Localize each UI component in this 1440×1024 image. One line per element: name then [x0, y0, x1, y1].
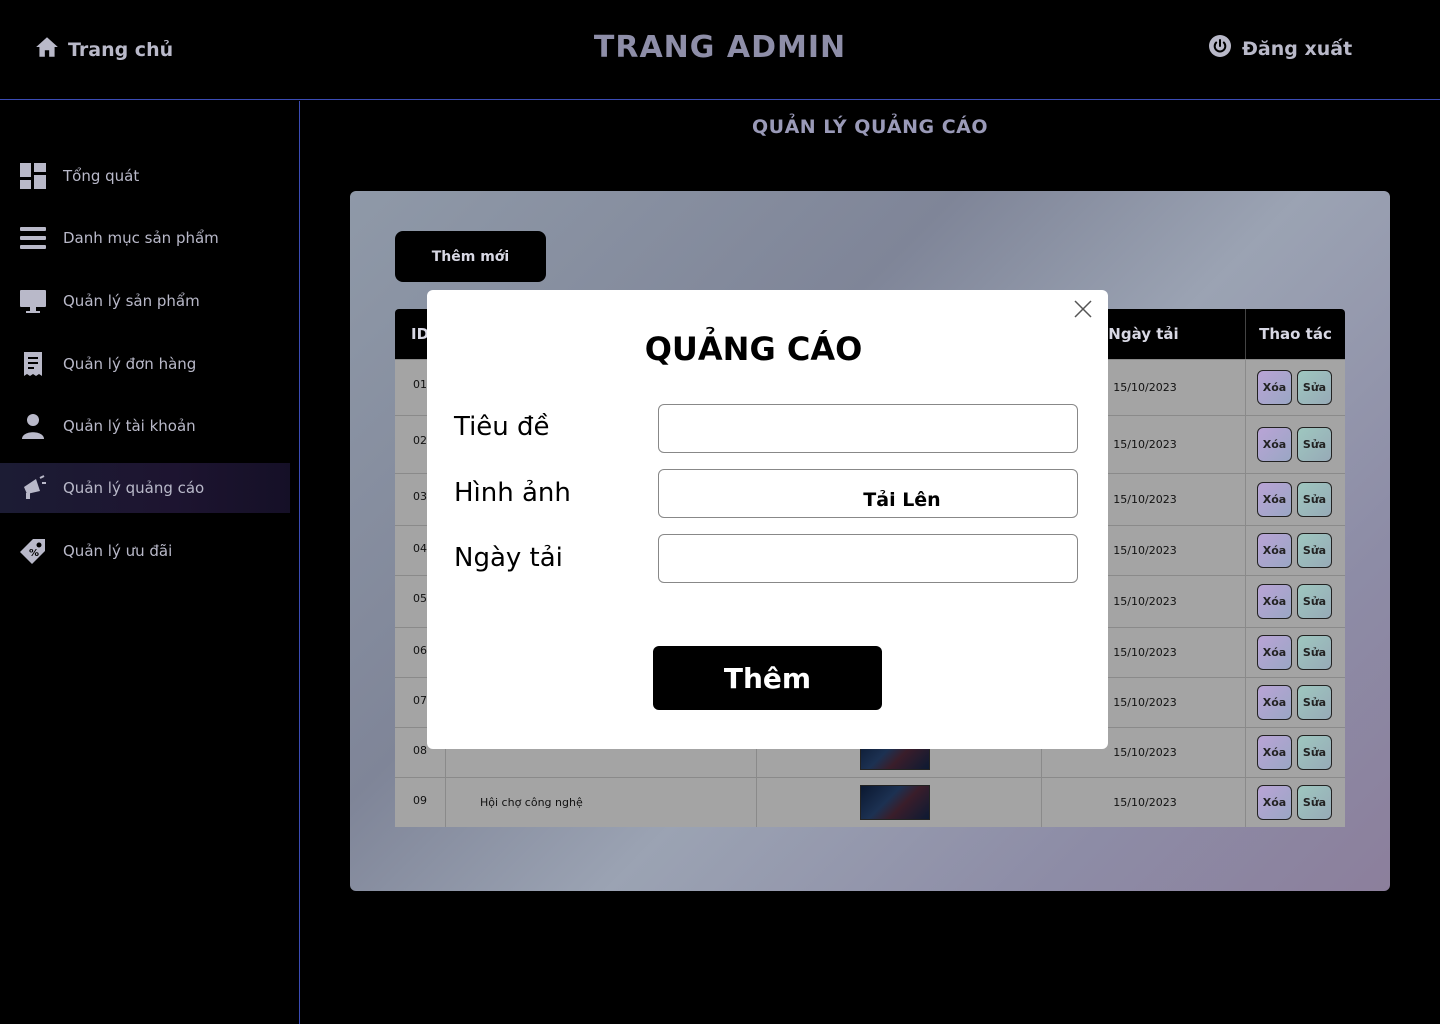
- delete-button[interactable]: Xóa: [1257, 685, 1292, 720]
- delete-button[interactable]: Xóa: [1257, 635, 1292, 670]
- delete-button[interactable]: Xóa: [1257, 735, 1292, 770]
- modal-title: QUẢNG CÁO: [644, 330, 863, 368]
- row-date: 15/10/2023: [1113, 796, 1177, 809]
- delete-button[interactable]: Xóa: [1257, 533, 1292, 568]
- delete-button[interactable]: Xóa: [1257, 370, 1292, 405]
- edit-button[interactable]: Sửa: [1297, 785, 1332, 820]
- sidebar: Tổng quát Danh mục sản phẩm Quản lý sản …: [0, 101, 300, 1024]
- sidebar-item-label: Quản lý tài khoản: [63, 417, 196, 435]
- title-label: Tiêu đề: [454, 412, 550, 442]
- edit-button[interactable]: Sửa: [1297, 533, 1332, 568]
- delete-button[interactable]: Xóa: [1257, 584, 1292, 619]
- user-icon: [20, 413, 46, 439]
- logout-label: Đăng xuất: [1242, 37, 1353, 60]
- sidebar-item-label: Tổng quát: [63, 167, 140, 185]
- table-row: 09 Hội chợ công nghệ 15/10/2023 Xóa Sửa: [395, 777, 1345, 827]
- edit-button[interactable]: Sửa: [1297, 635, 1332, 670]
- ad-modal: QUẢNG CÁO Tiêu đề Hình ảnh Tải Lên Ngày …: [427, 290, 1108, 749]
- submit-button[interactable]: Thêm: [653, 646, 882, 710]
- ad-thumbnail: [860, 785, 930, 820]
- sidebar-item-overview[interactable]: Tổng quát: [0, 151, 290, 201]
- sidebar-item-promotions[interactable]: % Quản lý ưu đãi: [0, 526, 290, 576]
- edit-button[interactable]: Sửa: [1297, 482, 1332, 517]
- edit-button[interactable]: Sửa: [1297, 685, 1332, 720]
- sidebar-item-label: Quản lý ưu đãi: [63, 542, 173, 560]
- row-title: Hội chợ công nghệ: [480, 796, 583, 809]
- dashboard-icon: [20, 163, 46, 189]
- section-title: QUẢN LÝ QUẢNG CÁO: [751, 116, 989, 138]
- upload-button[interactable]: Tải Lên: [658, 469, 1078, 518]
- close-icon[interactable]: [1072, 298, 1094, 320]
- logout-link[interactable]: Đăng xuất: [1208, 34, 1352, 63]
- sidebar-item-label: Quản lý quảng cáo: [63, 479, 205, 497]
- image-label: Hình ảnh: [454, 478, 571, 508]
- receipt-icon: [20, 351, 46, 377]
- edit-button[interactable]: Sửa: [1297, 427, 1332, 462]
- sidebar-item-ads[interactable]: Quản lý quảng cáo: [0, 463, 290, 513]
- sidebar-item-label: Quản lý đơn hàng: [63, 355, 197, 373]
- date-input[interactable]: [658, 534, 1078, 583]
- delete-button[interactable]: Xóa: [1257, 482, 1292, 517]
- megaphone-icon: [20, 475, 46, 501]
- svg-text:%: %: [29, 548, 39, 559]
- menu-lines-icon: [20, 225, 46, 251]
- date-label: Ngày tải: [454, 543, 563, 573]
- delete-button[interactable]: Xóa: [1257, 785, 1292, 820]
- tag-icon: %: [20, 538, 46, 564]
- edit-button[interactable]: Sửa: [1297, 735, 1332, 770]
- sidebar-item-products[interactable]: Quản lý sản phẩm: [0, 276, 290, 326]
- edit-button[interactable]: Sửa: [1297, 584, 1332, 619]
- sidebar-item-accounts[interactable]: Quản lý tài khoản: [0, 401, 290, 451]
- edit-button[interactable]: Sửa: [1297, 370, 1332, 405]
- row-id: 09: [413, 794, 427, 807]
- add-new-button[interactable]: Thêm mới: [395, 231, 546, 282]
- sidebar-item-label: Quản lý sản phẩm: [63, 292, 200, 310]
- sidebar-item-orders[interactable]: Quản lý đơn hàng: [0, 339, 290, 389]
- power-icon: [1208, 34, 1232, 63]
- monitor-icon: [20, 288, 46, 314]
- delete-button[interactable]: Xóa: [1257, 427, 1292, 462]
- sidebar-item-categories[interactable]: Danh mục sản phẩm: [0, 213, 290, 263]
- top-header: Trang chủ TRANG ADMIN Đăng xuất: [0, 0, 1440, 100]
- col-header-actions: Thao tác: [1245, 309, 1345, 359]
- sidebar-item-label: Danh mục sản phẩm: [63, 229, 219, 247]
- title-input[interactable]: [658, 404, 1078, 453]
